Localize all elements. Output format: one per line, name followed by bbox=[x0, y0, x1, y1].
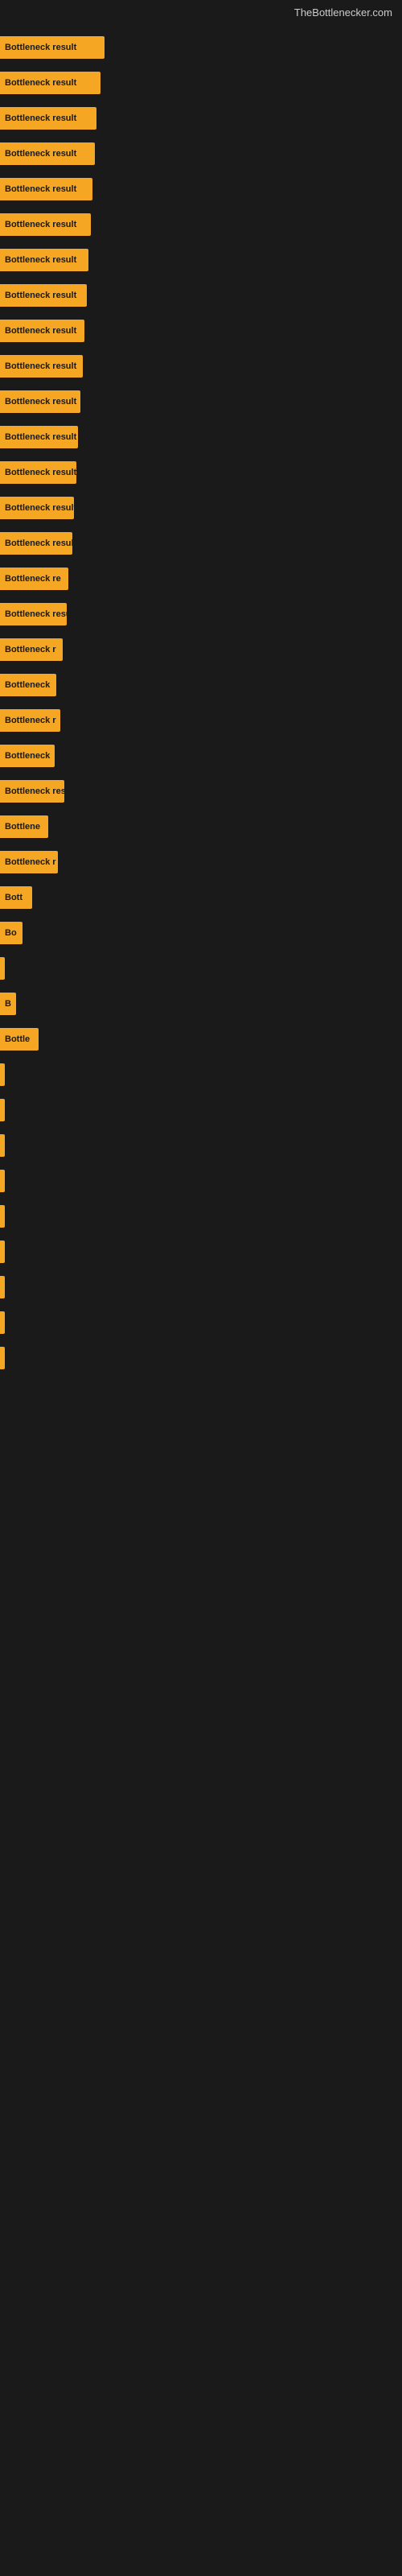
site-title: TheBottlenecker.com bbox=[0, 0, 402, 22]
bar-row bbox=[0, 1340, 402, 1376]
bar-row: Bottleneck result bbox=[0, 101, 402, 136]
bottleneck-bar bbox=[0, 1099, 5, 1121]
bottleneck-bar: Bottleneck r bbox=[0, 709, 60, 732]
bar-row: Bottleneck result bbox=[0, 207, 402, 242]
bar-row bbox=[0, 1163, 402, 1199]
bar-row: Bottleneck result bbox=[0, 419, 402, 455]
bottleneck-bar bbox=[0, 1276, 5, 1298]
bottleneck-bar: Bott bbox=[0, 886, 32, 909]
bars-container: Bottleneck result Bottleneck result Bottle… bbox=[0, 22, 402, 1376]
bar-row: Bottlene bbox=[0, 809, 402, 844]
bar-row: Bottleneck r bbox=[0, 844, 402, 880]
bottleneck-bar: Bottleneck result bbox=[0, 142, 95, 165]
bottleneck-bar: Bottleneck bbox=[0, 745, 55, 767]
bar-row bbox=[0, 1234, 402, 1269]
bar-row: Bott bbox=[0, 880, 402, 915]
bar-row bbox=[0, 1057, 402, 1092]
bottleneck-bar: Bottleneck result bbox=[0, 426, 78, 448]
bar-row: Bottleneck result bbox=[0, 136, 402, 171]
bar-row: Bottleneck r bbox=[0, 632, 402, 667]
bar-row: Bottleneck result bbox=[0, 30, 402, 65]
bar-row bbox=[0, 1305, 402, 1340]
bottleneck-bar: Bottleneck result bbox=[0, 390, 80, 413]
bar-row: Bottleneck result bbox=[0, 384, 402, 419]
bar-row: Bottleneck res bbox=[0, 774, 402, 809]
bottleneck-bar: Bottleneck r bbox=[0, 638, 63, 661]
bottleneck-bar bbox=[0, 957, 5, 980]
bar-row bbox=[0, 951, 402, 986]
bottleneck-bar: Bottleneck result bbox=[0, 603, 67, 625]
bar-row bbox=[0, 1199, 402, 1234]
bar-row bbox=[0, 1128, 402, 1163]
bar-row: Bottleneck result bbox=[0, 313, 402, 349]
bottleneck-bar: Bo bbox=[0, 922, 23, 944]
bar-row: Bottleneck re bbox=[0, 561, 402, 597]
bottleneck-bar: Bottlene bbox=[0, 815, 48, 838]
bottleneck-bar bbox=[0, 1241, 5, 1263]
bar-row: Bottleneck result bbox=[0, 65, 402, 101]
bar-row bbox=[0, 1269, 402, 1305]
bar-row: Bottleneck result bbox=[0, 171, 402, 207]
bottleneck-bar: Bottleneck result bbox=[0, 72, 100, 94]
bottleneck-bar bbox=[0, 1134, 5, 1157]
bottleneck-bar: Bottleneck bbox=[0, 674, 56, 696]
bar-row: Bottleneck result bbox=[0, 278, 402, 313]
bar-row: Bottleneck result bbox=[0, 597, 402, 632]
bottleneck-bar: Bottleneck result bbox=[0, 355, 83, 378]
bottleneck-bar: Bottle bbox=[0, 1028, 39, 1051]
bottleneck-bar bbox=[0, 1063, 5, 1086]
bottleneck-bar: Bottleneck result bbox=[0, 497, 74, 519]
bottleneck-bar bbox=[0, 1311, 5, 1334]
bottleneck-bar bbox=[0, 1347, 5, 1369]
bar-row: Bo bbox=[0, 915, 402, 951]
bottleneck-bar: Bottleneck re bbox=[0, 568, 68, 590]
bottleneck-bar: Bottleneck result bbox=[0, 249, 88, 271]
bottleneck-bar: Bottleneck result bbox=[0, 461, 76, 484]
bar-row: Bottleneck bbox=[0, 738, 402, 774]
bottleneck-bar: Bottleneck result bbox=[0, 284, 87, 307]
bottleneck-bar: Bottleneck result bbox=[0, 320, 84, 342]
bar-row: Bottleneck r bbox=[0, 703, 402, 738]
bar-row: Bottleneck result bbox=[0, 455, 402, 490]
bar-row: Bottleneck result bbox=[0, 526, 402, 561]
bottleneck-bar: B bbox=[0, 993, 16, 1015]
bottleneck-bar: Bottleneck result bbox=[0, 213, 91, 236]
bar-row bbox=[0, 1092, 402, 1128]
bottleneck-bar: Bottleneck r bbox=[0, 851, 58, 873]
bar-row: Bottleneck result bbox=[0, 349, 402, 384]
bar-row: Bottleneck result bbox=[0, 242, 402, 278]
bar-row: Bottleneck bbox=[0, 667, 402, 703]
bottleneck-bar: Bottleneck result bbox=[0, 107, 96, 130]
bottleneck-bar bbox=[0, 1205, 5, 1228]
bar-row: Bottle bbox=[0, 1022, 402, 1057]
bottleneck-bar: Bottleneck result bbox=[0, 532, 72, 555]
bar-row: Bottleneck result bbox=[0, 490, 402, 526]
bottleneck-bar: Bottleneck res bbox=[0, 780, 64, 803]
bar-row: B bbox=[0, 986, 402, 1022]
bottleneck-bar: Bottleneck result bbox=[0, 178, 92, 200]
bottleneck-bar: Bottleneck result bbox=[0, 36, 105, 59]
bottleneck-bar bbox=[0, 1170, 5, 1192]
